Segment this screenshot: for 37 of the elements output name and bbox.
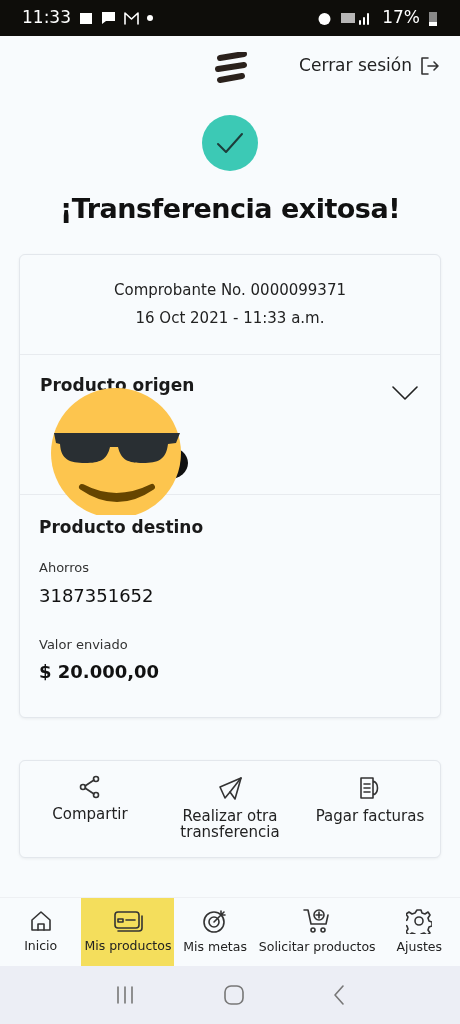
message-icon	[101, 11, 116, 25]
dot-icon	[147, 15, 153, 21]
share-icon	[78, 775, 102, 799]
mail-icon	[124, 11, 139, 25]
nav-tab[interactable]: Mis productos	[81, 898, 175, 966]
field-value: 3187351652	[39, 583, 154, 608]
settings-icon	[406, 907, 433, 934]
field-label: Ahorros	[39, 559, 89, 577]
nav-tab[interactable]: Inicio	[0, 898, 82, 966]
section-heading: Producto destino	[39, 515, 204, 539]
target-icon	[202, 907, 229, 934]
paper-plane-icon	[217, 775, 243, 801]
cards-icon	[112, 908, 143, 933]
nav-tab[interactable]: Ajustes	[378, 898, 460, 966]
nav-tab[interactable]: Mis metas	[174, 898, 256, 966]
logout-icon	[420, 55, 440, 76]
chevron-down-icon	[392, 386, 418, 400]
action-button[interactable]: Realizar otra transferencia	[160, 761, 300, 857]
receipt-date: 16 Oct 2021 - 11:33 a.m.	[135, 308, 325, 329]
image-icon	[79, 11, 93, 25]
field-label: Valor enviado	[39, 635, 128, 654]
action-button[interactable]: Pagar facturas	[300, 761, 440, 857]
battery-icon	[428, 9, 438, 27]
cart-plus-icon	[303, 907, 332, 934]
nav-tab[interactable]: Solicitar productos	[255, 898, 379, 966]
logout-button[interactable]: Cerrar sesión	[293, 52, 446, 80]
page-title: ¡Transferencia exitosa!	[59, 192, 401, 226]
home-button-icon[interactable]	[223, 984, 245, 1006]
battery-percent: 17%	[382, 6, 420, 30]
field-value: $ 20.000,00	[39, 660, 160, 684]
back-icon[interactable]	[332, 984, 347, 1006]
logo-icon	[214, 52, 248, 84]
home-icon	[28, 908, 53, 933]
action-button[interactable]: Compartir	[20, 761, 160, 857]
clock-time: 11:33	[22, 6, 71, 30]
receipt-number: Comprobante No. 0000099371	[114, 279, 346, 301]
success-check-icon	[202, 115, 258, 171]
